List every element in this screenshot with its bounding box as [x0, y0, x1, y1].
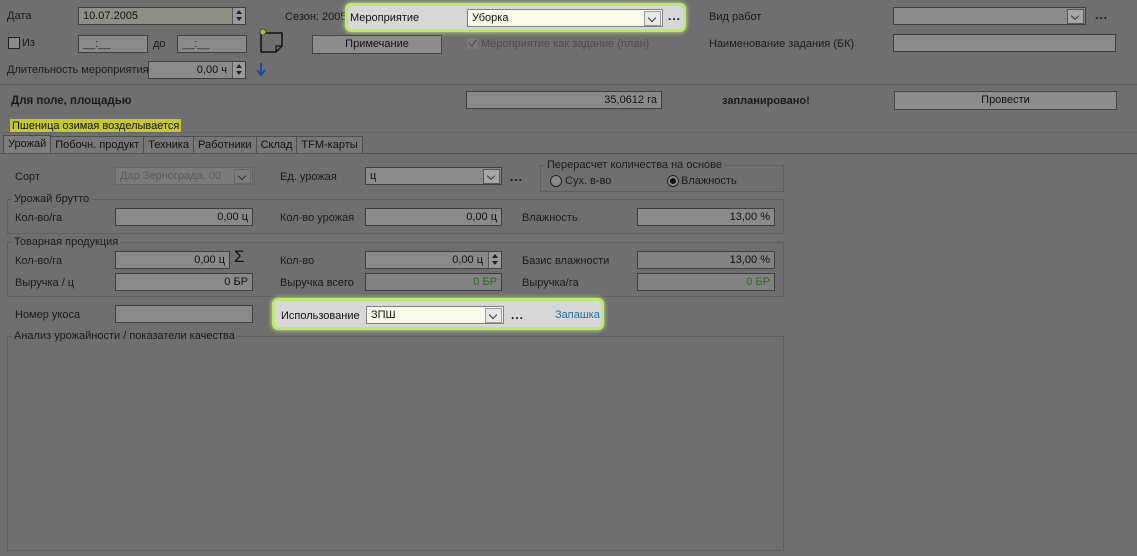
- analysis-title: Анализ урожайности / показатели качества: [12, 330, 237, 342]
- duration-field[interactable]: 0,00 ч: [148, 61, 246, 79]
- variety-select[interactable]: Дар Зернограда, 00: [115, 167, 253, 185]
- field-title: Для поле, площадью: [11, 95, 132, 107]
- from-checkbox[interactable]: [8, 37, 20, 49]
- usage-highlight: Использование ЗПШ ... Запашка: [272, 298, 604, 330]
- commercial-qty-ha-field[interactable]: 0,00 ц: [115, 251, 230, 269]
- chevron-down-icon[interactable]: [485, 308, 502, 323]
- date-label: Дата: [7, 10, 32, 22]
- commercial-title: Товарная продукция: [12, 236, 121, 248]
- tab-underline: [0, 153, 1137, 154]
- date-field[interactable]: 10.07.2005: [78, 7, 246, 25]
- tab-harvest[interactable]: Урожай: [3, 135, 52, 153]
- tab-tfm-cards[interactable]: TFM-карты: [296, 136, 363, 153]
- usage-more-button[interactable]: ...: [511, 308, 524, 322]
- event-more-button[interactable]: ...: [668, 9, 681, 23]
- crop-badge: Пшеница озимая возделывается: [10, 119, 182, 133]
- tab-bar: Урожай Побочн. продукт Техника Работники…: [3, 135, 363, 153]
- revenue-unit-field[interactable]: 0 БР: [115, 273, 253, 291]
- gross-title: Урожай брутто: [12, 193, 92, 205]
- chevron-down-icon[interactable]: [483, 169, 500, 184]
- unit-select[interactable]: ц: [365, 167, 502, 185]
- duration-spinner[interactable]: [232, 62, 245, 78]
- chevron-down-icon[interactable]: [234, 169, 251, 184]
- radio-moisture-label: Влажность: [681, 175, 737, 187]
- chevron-down-icon[interactable]: [644, 11, 661, 26]
- sum-icon[interactable]: Σ: [234, 247, 245, 267]
- gross-moisture-field[interactable]: 13,00 %: [637, 208, 775, 226]
- event-value: Уборка: [472, 12, 509, 24]
- gross-qty-ha-label: Кол-во/га: [15, 212, 63, 224]
- to-label: до: [153, 38, 166, 50]
- revenue-ha-label: Выручка/га: [522, 277, 579, 289]
- checkmark-icon: [468, 39, 477, 48]
- radio-dry-matter-label: Сух. в-во: [565, 175, 612, 187]
- event-highlight: Мероприятие Уборка ...: [345, 3, 686, 32]
- duration-value: 0,00 ч: [196, 64, 227, 76]
- revenue-ha-field: 0 БР: [637, 273, 775, 291]
- date-spinner[interactable]: [232, 8, 245, 24]
- recalc-title: Перерасчет количества на основе: [545, 159, 725, 171]
- commercial-qty-spinner[interactable]: [488, 252, 501, 268]
- mowing-label: Номер укоса: [15, 309, 81, 321]
- base-moisture-field: 13,00 %: [637, 251, 775, 269]
- variety-value: Дар Зернограда, 00: [120, 170, 221, 182]
- work-type-select[interactable]: [893, 7, 1086, 25]
- area-field: 35,0612 га: [466, 91, 662, 109]
- divider: [0, 84, 1137, 85]
- unit-more-button[interactable]: ...: [510, 170, 523, 184]
- gross-moisture-label: Влажность: [522, 212, 578, 224]
- commercial-qty-label: Кол-во: [280, 255, 315, 267]
- unit-label: Ед. урожая: [280, 171, 337, 183]
- tab-machinery[interactable]: Техника: [143, 136, 195, 153]
- usage-select[interactable]: ЗПШ: [366, 306, 504, 324]
- arrow-down-icon[interactable]: [255, 62, 267, 77]
- tab-byproduct[interactable]: Побочн. продукт: [50, 136, 145, 153]
- revenue-total-label: Выручка всего: [280, 277, 354, 289]
- gross-qty-ha-field[interactable]: 0,00 ц: [115, 208, 253, 226]
- divider: [0, 132, 1137, 133]
- usage-value: ЗПШ: [371, 309, 396, 321]
- radio-moisture[interactable]: [667, 175, 679, 187]
- work-type-more-button[interactable]: ...: [1095, 8, 1108, 22]
- revenue-total-field: 0 БР: [365, 273, 502, 291]
- work-type-label: Вид работ: [709, 11, 762, 23]
- status-text: запланировано!: [722, 95, 810, 107]
- base-moisture-label: Базис влажности: [522, 255, 610, 267]
- post-button[interactable]: Провести: [894, 91, 1117, 110]
- unit-value: ц: [370, 170, 377, 182]
- date-value: 10.07.2005: [83, 10, 139, 22]
- variety-label: Сорт: [15, 171, 40, 183]
- gross-qty-label: Кол-во урожая: [280, 212, 355, 224]
- mowing-field[interactable]: [115, 305, 253, 323]
- as-task-label: Мероприятие как задание (план): [481, 38, 650, 50]
- task-name-label: Наименование задания (БК): [709, 38, 855, 50]
- commercial-qty-ha-label: Кол-во/га: [15, 255, 63, 267]
- note-button[interactable]: Примечание: [312, 35, 442, 54]
- event-label: Мероприятие: [350, 12, 420, 24]
- gross-qty-field[interactable]: 0,00 ц: [365, 208, 502, 226]
- event-select[interactable]: Уборка: [467, 9, 663, 27]
- tab-warehouse[interactable]: Склад: [255, 136, 298, 153]
- duration-label: Длительность мероприятия: [7, 64, 149, 76]
- commercial-qty-value: 0,00 ц: [452, 254, 483, 266]
- as-task-checkbox[interactable]: [467, 38, 478, 49]
- note-icon[interactable]: [258, 28, 288, 54]
- tab-workers[interactable]: Работники: [193, 136, 257, 153]
- commercial-qty-field[interactable]: 0,00 ц: [365, 251, 502, 269]
- task-name-field[interactable]: [893, 34, 1116, 52]
- radio-dry-matter[interactable]: [550, 175, 562, 187]
- from-label: Из: [22, 37, 35, 49]
- usage-link[interactable]: Запашка: [555, 309, 600, 321]
- to-time-field[interactable]: __:__: [177, 35, 247, 53]
- analysis-group: [7, 336, 784, 551]
- revenue-unit-label: Выручка / ц: [15, 277, 75, 289]
- from-time-field[interactable]: __:__: [78, 35, 148, 53]
- season-label: Сезон: 2005: [285, 11, 347, 23]
- chevron-down-icon[interactable]: [1067, 9, 1084, 24]
- usage-label: Использование: [281, 310, 360, 322]
